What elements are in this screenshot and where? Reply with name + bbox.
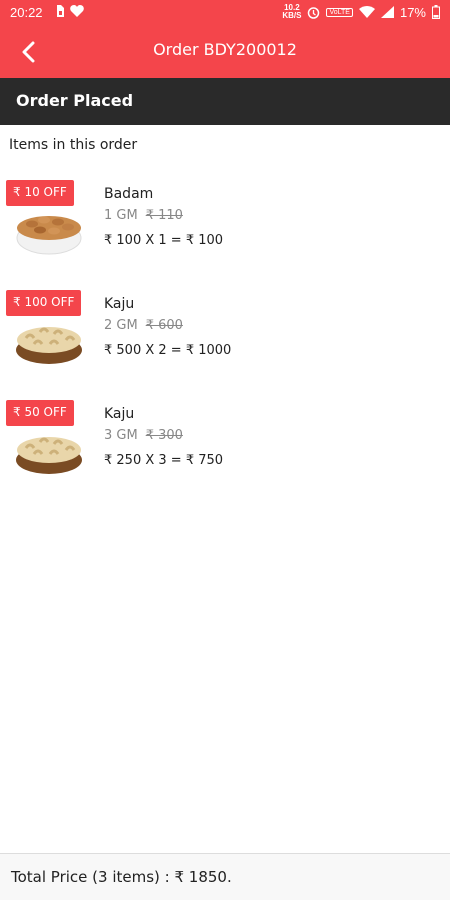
order-item[interactable]: ₹ 100 OFF Kaju 2 GM ₹ 600 ₹ 500 X 2 = ₹ 1…: [0, 290, 450, 390]
cashew-basket-image: [16, 437, 82, 474]
signal-icon: [380, 6, 394, 18]
volte-badge: VoLTE: [326, 7, 353, 17]
status-bar: 20:22 10.2 KB/S VoLTE 17%: [0, 0, 450, 26]
total-price: Total Price (3 items) : ₹ 1850.: [11, 868, 232, 886]
wifi-icon: [358, 6, 375, 18]
discount-badge: ₹ 100 OFF: [6, 290, 82, 316]
item-weight-line: 2 GM ₹ 600: [104, 318, 183, 333]
total-bar: Total Price (3 items) : ₹ 1850.: [0, 853, 450, 900]
app-bar: Order BDY200012: [0, 26, 450, 78]
net-speed: 10.2 KB/S: [282, 4, 301, 20]
item-weight: 3 GM: [104, 428, 138, 443]
item-price-calc: ₹ 500 X 2 = ₹ 1000: [104, 343, 232, 358]
cashew-basket-image: [16, 327, 82, 364]
item-mrp: ₹ 110: [145, 208, 183, 223]
heart-icon: [70, 5, 84, 17]
item-name: Badam: [104, 186, 154, 202]
order-item[interactable]: ₹ 10 OFF Badam 1 GM ₹ 110 ₹ 100 X 1 = ₹ 1…: [0, 180, 450, 280]
item-weight-line: 1 GM ₹ 110: [104, 208, 183, 223]
item-mrp: ₹ 600: [145, 318, 183, 333]
order-item[interactable]: ₹ 50 OFF Kaju 3 GM ₹ 300 ₹ 250 X 3 = ₹ 75…: [0, 400, 450, 500]
item-price-calc: ₹ 250 X 3 = ₹ 750: [104, 453, 224, 468]
sim-card-icon: [57, 5, 64, 17]
notification-icons: [56, 5, 84, 17]
item-mrp: ₹ 300: [145, 428, 183, 443]
page-title: Order BDY200012: [153, 40, 297, 59]
battery-percent: 17%: [399, 4, 426, 20]
item-name: Kaju: [104, 406, 135, 422]
item-weight: 1 GM: [104, 208, 138, 223]
status-time: 20:22: [10, 5, 43, 20]
item-name: Kaju: [104, 296, 135, 312]
net-speed-unit: KB/S: [282, 11, 302, 20]
item-price-calc: ₹ 100 X 1 = ₹ 100: [104, 233, 224, 248]
status-right: 10.2 KB/S VoLTE 17%: [282, 4, 440, 20]
item-weight-line: 3 GM ₹ 300: [104, 428, 183, 443]
header: 20:22 10.2 KB/S VoLTE 17% Order BDY20001…: [0, 0, 450, 78]
discount-badge: ₹ 10 OFF: [6, 180, 74, 206]
items-section-label: Items in this order: [9, 137, 138, 153]
alarm-icon: [308, 6, 320, 19]
item-weight: 2 GM: [104, 318, 138, 333]
discount-badge: ₹ 50 OFF: [6, 400, 74, 426]
almonds-bowl-image: [16, 216, 82, 255]
battery-icon: [432, 5, 440, 19]
order-status-strip: Order Placed: [0, 78, 450, 125]
order-status: Order Placed: [16, 91, 134, 110]
